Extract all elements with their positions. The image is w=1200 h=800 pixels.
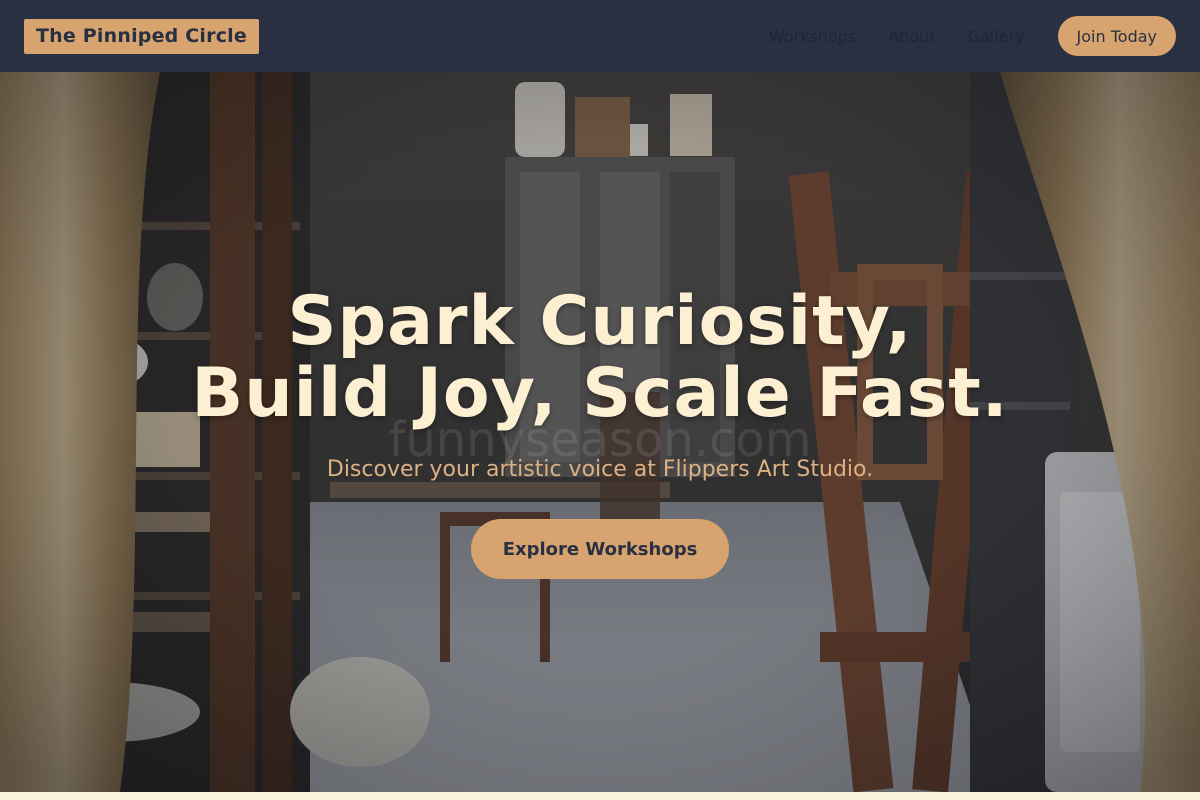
explore-workshops-button[interactable]: Explore Workshops bbox=[471, 519, 729, 579]
hero-section: funnyseason.com Spark Curiosity, Build J… bbox=[0, 72, 1200, 792]
hero-title-line-1: Spark Curiosity, bbox=[287, 282, 913, 361]
nav-link-workshops[interactable]: Workshops bbox=[769, 27, 856, 46]
hero-title-line-2: Build Joy, Scale Fast. bbox=[191, 354, 1009, 433]
nav-link-gallery[interactable]: Gallery bbox=[968, 27, 1025, 46]
hero-content: funnyseason.com Spark Curiosity, Build J… bbox=[0, 72, 1200, 792]
hero-title: Spark Curiosity, Build Joy, Scale Fast. bbox=[0, 286, 1200, 430]
page-bottom-strip bbox=[0, 792, 1200, 800]
brand-logo[interactable]: The Pinniped Circle bbox=[24, 18, 259, 54]
site-header: The Pinniped Circle Workshops About Gall… bbox=[0, 0, 1200, 72]
join-today-button[interactable]: Join Today bbox=[1057, 16, 1176, 56]
nav-link-about[interactable]: About bbox=[888, 27, 935, 46]
hero-subtitle: Discover your artistic voice at Flippers… bbox=[326, 457, 874, 482]
main-nav: Workshops About Gallery Join Today bbox=[769, 16, 1176, 56]
